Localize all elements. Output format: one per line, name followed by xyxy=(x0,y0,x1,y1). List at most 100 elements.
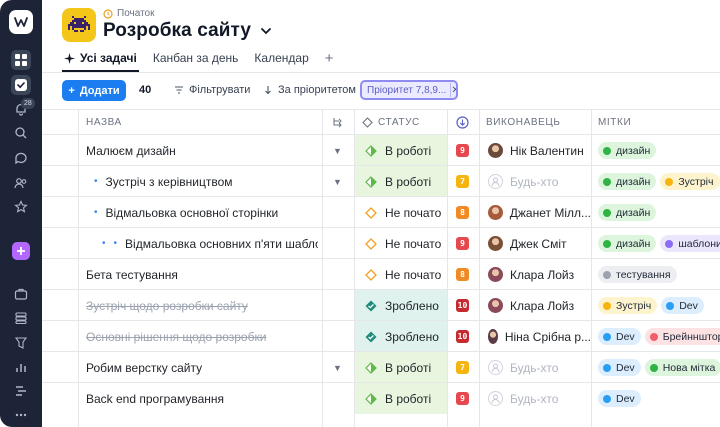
tab-calendar[interactable]: Календар xyxy=(252,48,310,68)
priority-cell[interactable]: 9 xyxy=(456,228,476,259)
priority-cell[interactable]: 9 xyxy=(456,135,476,166)
layers-icon[interactable] xyxy=(11,308,31,328)
priority-cell[interactable]: 10 xyxy=(456,321,476,352)
tag-chip[interactable]: дизайн xyxy=(598,142,657,159)
priority-sort-icon[interactable] xyxy=(456,110,469,134)
tags-cell[interactable]: дизайн xyxy=(592,197,720,228)
assignee-cell[interactable]: Будь-хто xyxy=(479,383,591,414)
add-task-button[interactable]: + Додати xyxy=(62,80,126,101)
star-icon[interactable] xyxy=(11,197,31,217)
table-row[interactable]: Робим верстку сайту ▼ В роботі 7 Будь-хто Dev… xyxy=(42,351,720,383)
tag-chip[interactable]: Dev xyxy=(661,297,704,314)
assignee-cell[interactable]: Джек Сміт xyxy=(479,228,591,259)
dashboard-icon[interactable] xyxy=(11,50,31,70)
chat-icon[interactable] xyxy=(11,148,31,168)
expand-chevron-icon[interactable]: ▼ xyxy=(333,352,349,383)
tags-cell[interactable]: Dev Нова мітка xyxy=(592,352,720,383)
briefcase-icon[interactable] xyxy=(11,284,31,304)
status-cell[interactable]: Зроблено xyxy=(355,321,447,352)
task-name[interactable]: Робим верстку сайту xyxy=(86,352,318,383)
tags-cell[interactable]: дизайн Зустріч xyxy=(592,166,720,197)
status-cell[interactable]: Не почато xyxy=(355,259,447,290)
table-row[interactable]: • Відмальовка основної сторінки Не почато 8… xyxy=(42,196,720,227)
tags-cell[interactable]: Зустріч Dev xyxy=(592,290,720,321)
assignee-cell[interactable]: Джанет Мілл... xyxy=(479,197,591,228)
priority-cell[interactable]: 9 xyxy=(456,383,476,414)
tag-chip[interactable]: Нова мітка xyxy=(644,359,720,376)
assignee-cell[interactable]: Будь-хто xyxy=(479,352,591,383)
tag-chip[interactable]: дизайн xyxy=(598,173,657,190)
assignee-cell[interactable]: Клара Лойз xyxy=(479,290,591,321)
priority-cell[interactable]: 8 xyxy=(456,197,476,228)
tag-chip[interactable]: дизайн xyxy=(598,235,657,252)
tag-chip[interactable]: Зустріч xyxy=(598,297,658,314)
status-cell[interactable]: Не почато xyxy=(355,228,447,259)
create-plus-icon[interactable] xyxy=(12,242,30,260)
tag-chip[interactable]: дизайн xyxy=(598,204,657,221)
task-name[interactable]: Зустріч щодо розробки сайту xyxy=(86,290,318,321)
more-icon[interactable] xyxy=(11,405,31,425)
close-icon[interactable]: ✕ xyxy=(450,83,456,97)
column-header-status[interactable]: СТАТУС xyxy=(362,110,420,134)
task-name[interactable]: Back end програмування xyxy=(86,383,318,414)
table-row[interactable]: Зустріч щодо розробки сайту Зроблено 10 Кла… xyxy=(42,289,720,321)
status-cell[interactable]: В роботі xyxy=(355,352,447,383)
table-row[interactable]: • Зустріч з керівництвом ▼ В роботі 7 Будь-хт… xyxy=(42,165,720,197)
status-cell[interactable]: В роботі xyxy=(355,383,447,414)
tab-all-tasks[interactable]: Усі задачі xyxy=(62,48,139,72)
timeline-icon[interactable] xyxy=(11,381,31,401)
column-header-tags[interactable]: МІТКИ xyxy=(598,110,631,134)
tags-cell[interactable]: дизайн шаблони xyxy=(592,228,720,259)
tasks-check-icon[interactable] xyxy=(11,75,31,95)
priority-cell[interactable]: 8 xyxy=(456,259,476,290)
status-cell[interactable]: В роботі xyxy=(355,135,447,166)
task-name[interactable]: • Зустріч з керівництвом xyxy=(94,166,318,197)
people-icon[interactable] xyxy=(11,173,31,193)
tag-chip[interactable]: тестування xyxy=(598,266,677,283)
table-row[interactable]: Основні рішення щодо розробки Зроблено 10 Н… xyxy=(42,320,720,352)
funnel-icon[interactable] xyxy=(11,333,31,353)
expand-chevron-icon[interactable]: ▼ xyxy=(333,135,349,166)
breadcrumb[interactable]: Початок xyxy=(103,8,155,19)
page-title[interactable]: Розробка сайту xyxy=(103,20,273,42)
table-row[interactable]: Бета тестування Не почато 8 Клара Лойз тесту… xyxy=(42,258,720,289)
column-header-assignee[interactable]: ВИКОНАВЕЦЬ xyxy=(486,110,561,134)
task-name[interactable]: • Відмальовка основної сторінки xyxy=(94,197,318,228)
tags-cell[interactable]: тестування xyxy=(592,259,720,290)
sort-button[interactable]: За пріоритетом xyxy=(263,84,356,96)
tab-kanban[interactable]: Канбан за день xyxy=(151,48,241,68)
status-cell[interactable]: Зроблено xyxy=(355,290,447,321)
tag-chip[interactable]: Зустріч xyxy=(660,173,720,190)
tags-cell[interactable]: Dev Брейнншторм xyxy=(592,321,720,352)
assignee-cell[interactable]: Ніна Срібна р... xyxy=(479,321,591,352)
active-filter-chip[interactable]: Пріоритет 7,8,9... ✕ xyxy=(360,80,458,100)
project-invader-icon[interactable] xyxy=(62,8,96,42)
assignee-cell[interactable]: Будь-хто xyxy=(479,166,591,197)
analytics-icon[interactable] xyxy=(11,357,31,377)
assignee-cell[interactable]: Нік Валентин xyxy=(479,135,591,166)
task-name[interactable]: Малюєм дизайн xyxy=(86,135,318,166)
table-row[interactable]: Малюєм дизайн ▼ В роботі 9 Нік Валентин дизай… xyxy=(42,134,720,166)
column-header-name[interactable]: НАЗВА xyxy=(86,110,122,134)
tag-chip[interactable]: шаблони xyxy=(660,235,720,252)
table-row[interactable]: • • Відмальовка основних п'яти шаблонів Не … xyxy=(42,227,720,258)
tag-chip[interactable]: Dev xyxy=(598,390,641,407)
priority-cell[interactable]: 10 xyxy=(456,290,476,321)
app-logo-icon[interactable] xyxy=(9,10,33,34)
task-name[interactable]: • • Відмальовка основних п'яти шаблонів xyxy=(102,228,318,259)
tag-chip[interactable]: Dev xyxy=(598,328,641,345)
priority-cell[interactable]: 7 xyxy=(456,352,476,383)
filter-button[interactable]: Фільтрувати xyxy=(174,84,250,96)
search-icon[interactable] xyxy=(11,123,31,143)
tags-cell[interactable]: Dev xyxy=(592,383,720,414)
task-name[interactable]: Бета тестування xyxy=(86,259,318,290)
expand-chevron-icon[interactable]: ▼ xyxy=(333,166,349,197)
tags-cell[interactable]: дизайн xyxy=(592,135,720,166)
table-row[interactable]: Back end програмування В роботі 9 Будь-хто D… xyxy=(42,382,720,414)
status-cell[interactable]: Не почато xyxy=(355,197,447,228)
subtasks-header-icon[interactable] xyxy=(332,110,344,134)
tag-chip[interactable]: Dev xyxy=(598,359,641,376)
task-name[interactable]: Основні рішення щодо розробки xyxy=(86,321,318,352)
add-view-plus-icon[interactable]: + xyxy=(323,48,336,68)
assignee-cell[interactable]: Клара Лойз xyxy=(479,259,591,290)
